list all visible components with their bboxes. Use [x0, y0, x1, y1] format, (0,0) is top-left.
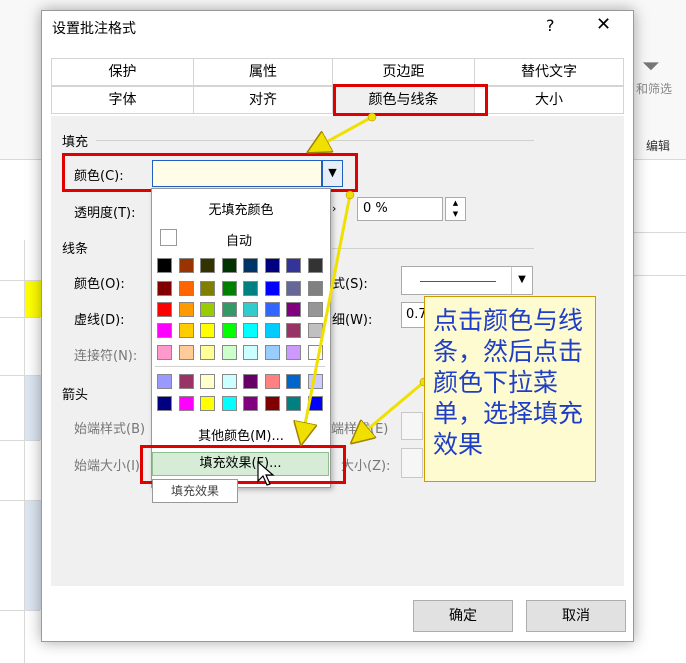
instruction-callout: 点击颜色与线条，然后点击颜色下拉菜单，选择填充效果	[424, 296, 596, 482]
arrow-tab-to-color	[312, 115, 373, 150]
arrow-color-to-fill	[302, 194, 352, 440]
arrow-start-dot	[367, 112, 377, 122]
arrow-start-dot	[345, 190, 355, 200]
arrow-callout-to-fill	[355, 380, 425, 440]
